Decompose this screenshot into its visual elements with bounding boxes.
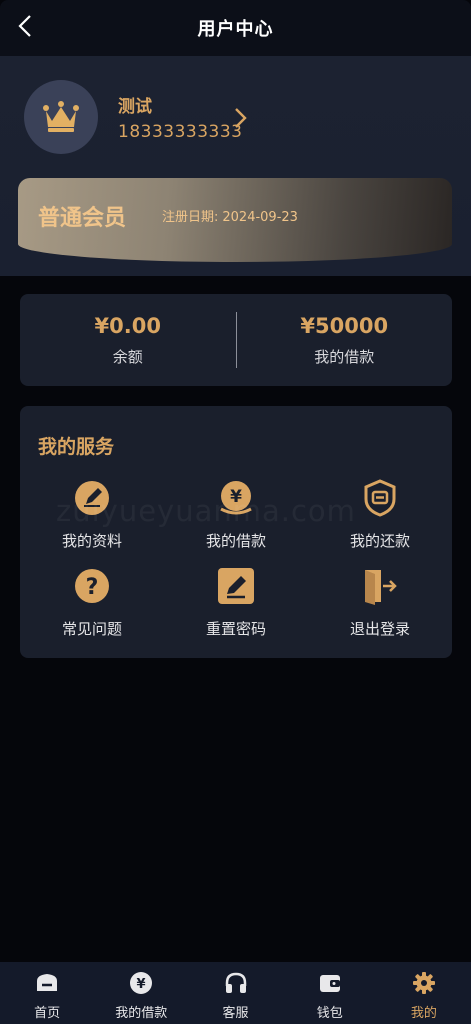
service-my-profile[interactable]: 我的资料 xyxy=(20,478,164,566)
headset-icon xyxy=(225,972,246,993)
tab-label: 我的 xyxy=(410,1006,437,1021)
tab-mine[interactable]: 我的 xyxy=(377,962,471,1024)
logout-door-icon xyxy=(365,570,397,605)
service-my-repayment[interactable]: 我的还款 xyxy=(308,478,452,566)
home-icon xyxy=(37,974,58,991)
pencil-icon xyxy=(218,568,254,604)
registration-label: 注册日期: xyxy=(162,210,219,225)
crown-icon xyxy=(43,101,79,132)
service-reset-password[interactable]: 重置密码 xyxy=(164,566,308,654)
profile-header: 测试 18333333333 普通会员 注册日期: 2024-09-23 xyxy=(0,56,471,276)
balance-amount: ¥0.00 xyxy=(94,313,161,338)
tab-label: 首页 xyxy=(34,1006,61,1021)
tab-label: 客服 xyxy=(222,1006,249,1021)
back-button[interactable] xyxy=(10,10,40,42)
tab-wallet[interactable]: 钱包 xyxy=(283,962,377,1024)
avatar[interactable] xyxy=(24,80,98,154)
bottom-tab-bar: 首页 ¥ 我的借款 客服 钱包 我的 xyxy=(0,962,471,1024)
top-nav-bar: 用户中心 xyxy=(0,0,471,56)
services-title: 我的服务 xyxy=(38,436,115,458)
service-label: 我的资料 xyxy=(61,532,122,550)
registration-date: 注册日期: 2024-09-23 xyxy=(158,206,298,225)
profile-detail-button[interactable] xyxy=(232,106,250,130)
service-label: 我的还款 xyxy=(349,532,410,550)
service-label: 常见问题 xyxy=(61,620,122,638)
tab-customer-service[interactable]: 客服 xyxy=(188,962,282,1024)
service-my-loan[interactable]: ¥ 我的借款 xyxy=(164,478,308,566)
balance-card: ¥0.00 余额 ¥50000 我的借款 xyxy=(20,294,452,386)
tab-label: 我的借款 xyxy=(115,1006,168,1021)
page-title: 用户中心 xyxy=(197,19,274,40)
balance-item[interactable]: ¥0.00 余额 xyxy=(20,314,236,367)
balance-label: 余额 xyxy=(112,347,143,366)
service-label: 重置密码 xyxy=(205,620,266,638)
repayment-shield-icon xyxy=(364,479,396,517)
services-card: 我的服务 我的资料 ¥ 我的借款 我的还款 ? 常见问题 重置密码 退出登录 xyxy=(20,406,452,658)
member-level: 普通会员 xyxy=(38,206,127,231)
user-name: 测试 xyxy=(118,97,152,117)
svg-text:¥: ¥ xyxy=(137,977,146,992)
chevron-right-icon xyxy=(235,108,247,128)
services-grid: 我的资料 ¥ 我的借款 我的还款 ? 常见问题 重置密码 退出登录 xyxy=(20,478,452,654)
yen-coin-icon: ¥ xyxy=(130,972,153,994)
wallet-icon xyxy=(319,975,340,992)
loan-item[interactable]: ¥50000 我的借款 xyxy=(237,314,453,367)
loan-label: 我的借款 xyxy=(314,347,375,366)
service-faq[interactable]: ? 常见问题 xyxy=(20,566,164,654)
service-logout[interactable]: 退出登录 xyxy=(308,566,452,654)
loan-amount: ¥50000 xyxy=(300,313,389,338)
profile-edit-icon xyxy=(75,481,109,515)
svg-text:¥: ¥ xyxy=(230,487,242,507)
member-card: 普通会员 注册日期: 2024-09-23 xyxy=(18,178,452,262)
service-label: 退出登录 xyxy=(349,620,410,638)
back-arrow-icon xyxy=(18,15,31,37)
question-icon: ? xyxy=(75,569,109,603)
tab-my-loan[interactable]: ¥ 我的借款 xyxy=(94,962,188,1024)
tab-home[interactable]: 首页 xyxy=(0,962,94,1024)
tab-label: 钱包 xyxy=(316,1006,343,1021)
registration-value: 2024-09-23 xyxy=(222,210,298,225)
service-label: 我的借款 xyxy=(205,532,266,550)
svg-text:?: ? xyxy=(86,575,99,600)
loan-coin-icon: ¥ xyxy=(220,481,252,515)
gear-icon xyxy=(412,972,435,994)
user-phone: 18333333333 xyxy=(118,122,243,142)
